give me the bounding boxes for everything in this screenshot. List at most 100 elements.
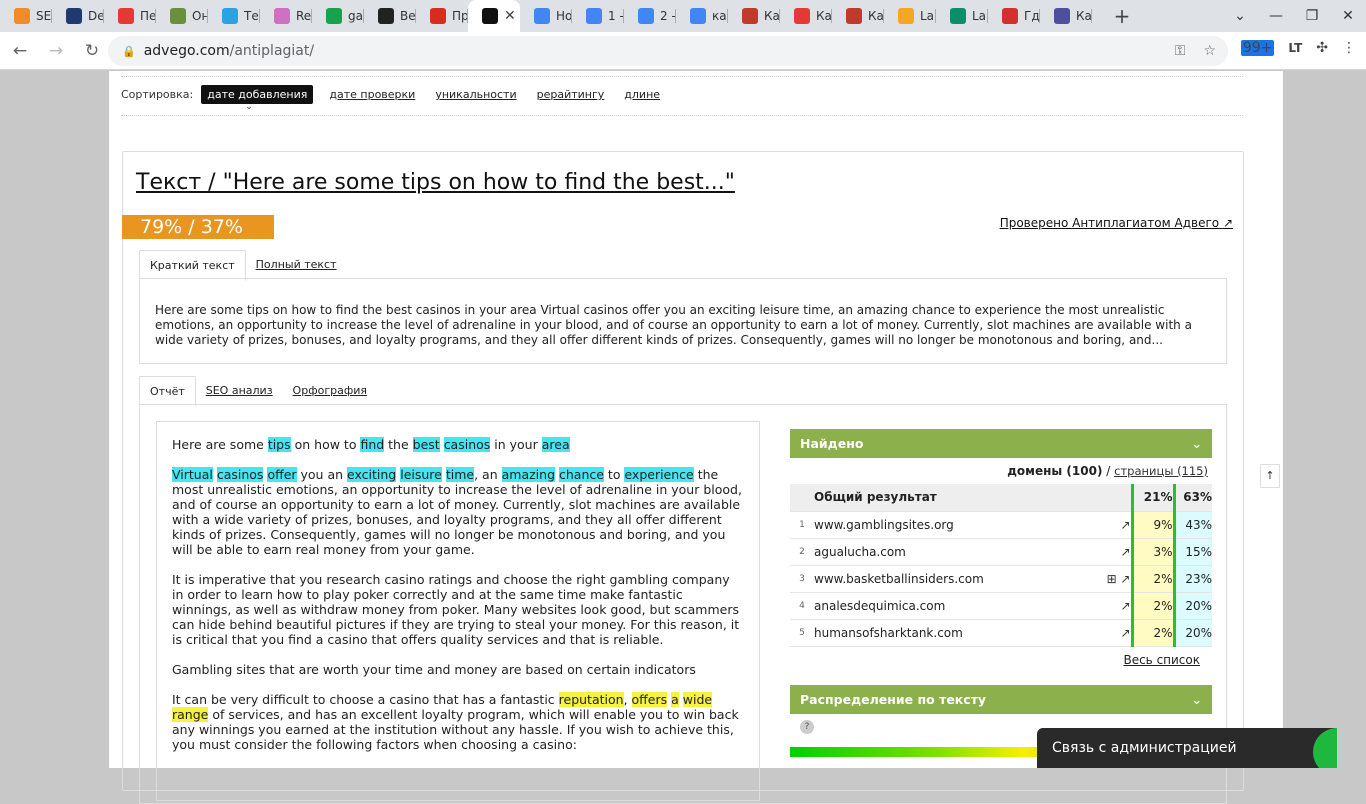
- matched-word[interactable]: a: [671, 692, 679, 707]
- sort-option-length[interactable]: длине: [624, 88, 660, 101]
- external-link-icon[interactable]: ↗: [1096, 619, 1132, 647]
- result-card: Текст / "Here are some tips on how to fi…: [122, 151, 1244, 804]
- matched-word[interactable]: experience: [624, 467, 694, 482]
- casino-icon: [794, 8, 810, 24]
- result-row[interactable]: 4 analesdequimica.com ↗ 2% 20%: [790, 592, 1212, 620]
- result-row[interactable]: 5 humansofsharktank.com ↗ 2% 20%: [790, 619, 1212, 647]
- scroll-up-button[interactable]: ↑: [1260, 464, 1280, 488]
- address-bar[interactable]: 🔒 advego.com/antiplagiat/ ⚿ ☆: [108, 36, 1228, 66]
- browser-tab[interactable]: 1 -: [572, 0, 624, 32]
- browser-tab[interactable]: Те: [208, 0, 260, 32]
- divider: [121, 76, 1243, 77]
- browser-tab[interactable]: ✕: [468, 0, 520, 32]
- contact-admin-button[interactable]: Связь с администрацией: [1037, 728, 1337, 768]
- browser-tab[interactable]: Ка: [728, 0, 780, 32]
- matched-word[interactable]: Virtual: [172, 467, 213, 482]
- extension-counter-icon[interactable]: 99+: [1240, 40, 1275, 56]
- url-text[interactable]: advego.com/antiplagiat/: [144, 43, 314, 59]
- browser-tab[interactable]: Пр: [416, 0, 468, 32]
- row-number: 1: [790, 511, 814, 539]
- close-window-icon[interactable]: ✕: [1330, 8, 1366, 24]
- advego-icon: [482, 8, 498, 24]
- tab-full-text[interactable]: Полный текст: [246, 250, 347, 281]
- full-list-link[interactable]: Весь список: [790, 653, 1212, 677]
- pages-count-link[interactable]: страницы (115): [1114, 464, 1208, 478]
- external-link-icon[interactable]: ↗: [1096, 511, 1132, 539]
- reload-icon[interactable]: ↻: [76, 41, 108, 61]
- tab-report[interactable]: Отчёт: [139, 376, 196, 407]
- browser-tab[interactable]: Гд: [988, 0, 1040, 32]
- result-row[interactable]: 2 agualucha.com ↗ 3% 15%: [790, 538, 1212, 566]
- matched-word[interactable]: leisure: [400, 467, 442, 482]
- tab-title: Ка: [764, 9, 780, 23]
- browser-tab[interactable]: Ка: [780, 0, 832, 32]
- matched-word[interactable]: wide: [682, 692, 713, 707]
- bookmark-star-icon[interactable]: ☆: [1203, 43, 1216, 59]
- browser-tab[interactable]: ga: [312, 0, 364, 32]
- matched-word[interactable]: reputation: [558, 692, 624, 707]
- matched-word[interactable]: find: [360, 437, 385, 452]
- matched-word[interactable]: range: [172, 707, 209, 722]
- external-link-icon[interactable]: ⊞ ↗: [1096, 565, 1132, 593]
- tab-title: La: [920, 9, 935, 23]
- sort-option-rewriting[interactable]: рерайтингу: [537, 88, 605, 101]
- browser-tab[interactable]: La: [936, 0, 988, 32]
- matched-word[interactable]: offers: [631, 692, 668, 707]
- browser-tab[interactable]: ка: [676, 0, 728, 32]
- browser-tab[interactable]: Re: [260, 0, 312, 32]
- matched-word[interactable]: chance: [559, 467, 604, 482]
- matched-word[interactable]: amazing: [501, 467, 556, 482]
- bird-icon: [742, 8, 758, 24]
- matches-panel: Найдено ⌄ домены (100) / страницы (115) …: [790, 429, 1212, 757]
- matched-word[interactable]: exciting: [347, 467, 397, 482]
- found-header[interactable]: Найдено ⌄: [790, 429, 1212, 458]
- tab-short-text[interactable]: Краткий текст: [139, 250, 246, 281]
- browser-tab[interactable]: Но: [520, 0, 572, 32]
- tab-search-icon[interactable]: ⌄: [1222, 8, 1258, 24]
- lock-icon[interactable]: 🔒: [122, 45, 136, 58]
- distribution-header[interactable]: Распределение по тексту ⌄: [790, 684, 1212, 714]
- report-paragraph: Virtual casinos offer you an exciting le…: [172, 467, 744, 557]
- domains-count-link[interactable]: домены (100): [1007, 464, 1102, 478]
- result-row[interactable]: 1 www.gamblingsites.org ↗ 9% 43%: [790, 511, 1212, 539]
- browser-tab[interactable]: SE: [0, 0, 52, 32]
- languagetool-icon[interactable]: LT: [1288, 41, 1302, 55]
- back-icon[interactable]: ←: [4, 41, 36, 61]
- tab-spelling[interactable]: Орфография: [283, 376, 377, 407]
- help-icon[interactable]: ?: [800, 719, 814, 734]
- restore-icon[interactable]: ❐: [1294, 8, 1330, 24]
- sort-option-uniqueness[interactable]: уникальности: [435, 88, 516, 101]
- external-link-icon[interactable]: ↗: [1096, 538, 1132, 566]
- text-title-link[interactable]: Текст / "Here are some tips on how to fi…: [136, 170, 735, 195]
- checked-by-link[interactable]: Проверено Антиплагиатом Адвего ↗: [1000, 216, 1233, 230]
- browser-tab[interactable]: La: [884, 0, 936, 32]
- menu-dots-icon[interactable]: ⋮: [1342, 40, 1356, 56]
- matched-word[interactable]: casinos: [216, 467, 264, 482]
- browser-tab[interactable]: 2 -: [624, 0, 676, 32]
- close-tab-icon[interactable]: ✕: [504, 8, 516, 24]
- total-percent-2: 63%: [1172, 484, 1212, 512]
- matched-word[interactable]: offer: [267, 467, 297, 482]
- browser-tab[interactable]: Ка: [1040, 0, 1092, 32]
- minimize-icon[interactable]: —: [1258, 8, 1294, 24]
- tab-seo-analysis[interactable]: SEO анализ: [196, 376, 283, 407]
- sort-option-check-date[interactable]: дате проверки: [329, 88, 415, 101]
- key-icon[interactable]: ⚿: [1175, 43, 1186, 59]
- result-row[interactable]: 3 www.basketballinsiders.com ⊞ ↗ 2% 23%: [790, 565, 1212, 593]
- matched-word[interactable]: area: [541, 437, 570, 452]
- external-link-icon[interactable]: ↗: [1096, 592, 1132, 620]
- matched-word[interactable]: tips: [267, 437, 291, 452]
- browser-tab[interactable]: Пе: [104, 0, 156, 32]
- sort-active-option[interactable]: дате добавления ⌄: [201, 85, 314, 112]
- matched-word[interactable]: time: [445, 467, 475, 482]
- new-tab-button[interactable]: +: [1106, 4, 1138, 28]
- forward-icon[interactable]: →: [40, 41, 72, 61]
- browser-tab[interactable]: Ка: [832, 0, 884, 32]
- puzzle-icon[interactable]: ✣: [1316, 40, 1328, 56]
- divider: [121, 115, 1243, 116]
- matched-word[interactable]: best: [412, 437, 440, 452]
- browser-tab[interactable]: Ве: [364, 0, 416, 32]
- browser-tab[interactable]: De: [52, 0, 104, 32]
- matched-word[interactable]: casinos: [443, 437, 491, 452]
- browser-tab[interactable]: Он: [156, 0, 208, 32]
